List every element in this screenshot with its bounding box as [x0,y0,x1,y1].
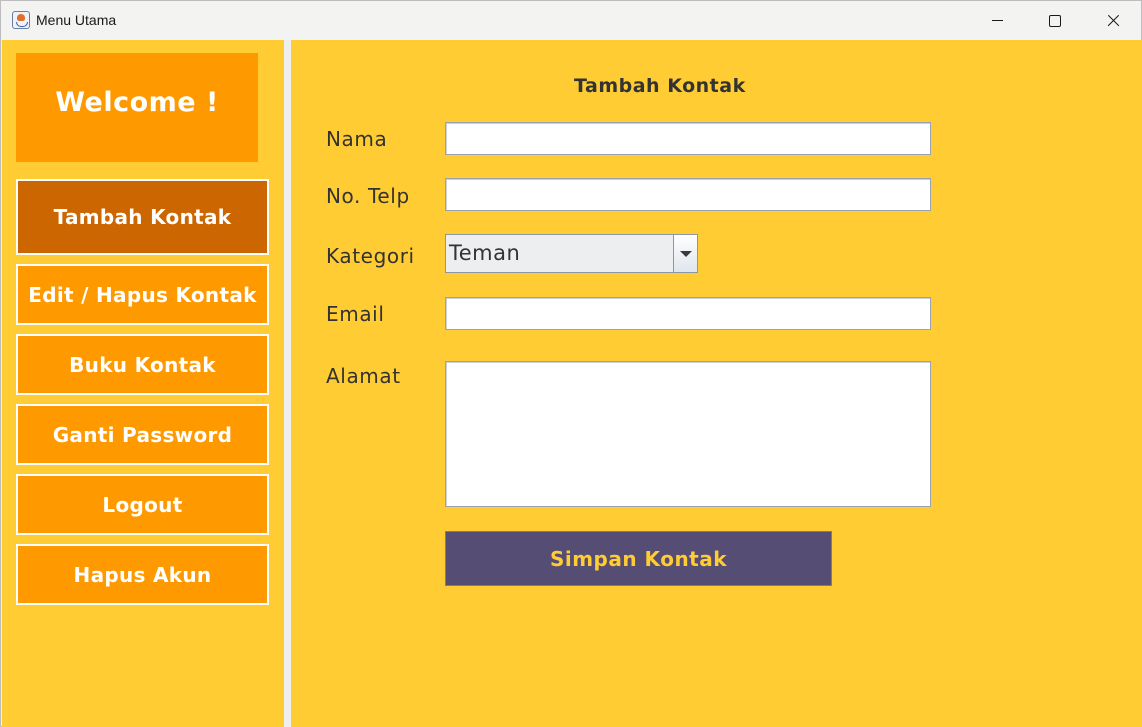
kategori-dropdown[interactable]: Teman [445,234,698,273]
alamat-textarea[interactable] [445,361,931,507]
alamat-label: Alamat [326,364,401,388]
form-title: Tambah Kontak [574,75,746,97]
maximize-button[interactable] [1026,1,1084,40]
edit-hapus-kontak-button[interactable]: Edit / Hapus Kontak [16,264,269,325]
panel-divider [284,40,291,727]
tambah-kontak-button[interactable]: Tambah Kontak [16,179,269,255]
java-app-icon [12,11,30,29]
welcome-text: Welcome ! [55,87,219,118]
sidebar: Welcome ! Tambah Kontak Edit / Hapus Kon… [2,40,284,727]
window-title: Menu Utama [36,12,117,28]
logout-button[interactable]: Logout [16,474,269,535]
title-bar[interactable]: Menu Utama [1,1,1141,40]
main-window: Menu Utama Welcome ! Tambah Kontak Edit … [0,0,1142,727]
buku-kontak-button[interactable]: Buku Kontak [16,334,269,395]
hapus-akun-button[interactable]: Hapus Akun [16,544,269,605]
telp-field[interactable] [445,178,931,211]
minimize-button[interactable] [969,1,1027,40]
kategori-label: Kategori [326,244,415,268]
dropdown-arrow-icon[interactable] [673,235,697,272]
email-label: Email [326,302,385,326]
nama-field[interactable] [445,122,931,155]
close-button[interactable] [1084,1,1142,40]
nama-label: Nama [326,127,388,151]
telp-label: No. Telp [326,184,410,208]
kategori-selected-value: Teman [449,241,521,265]
email-field[interactable] [445,297,931,330]
main-panel: Tambah Kontak Nama No. Telp Kategori Tem… [291,40,1142,727]
welcome-banner: Welcome ! [16,53,258,162]
ganti-password-button[interactable]: Ganti Password [16,404,269,465]
simpan-kontak-button[interactable]: Simpan Kontak [445,531,832,586]
